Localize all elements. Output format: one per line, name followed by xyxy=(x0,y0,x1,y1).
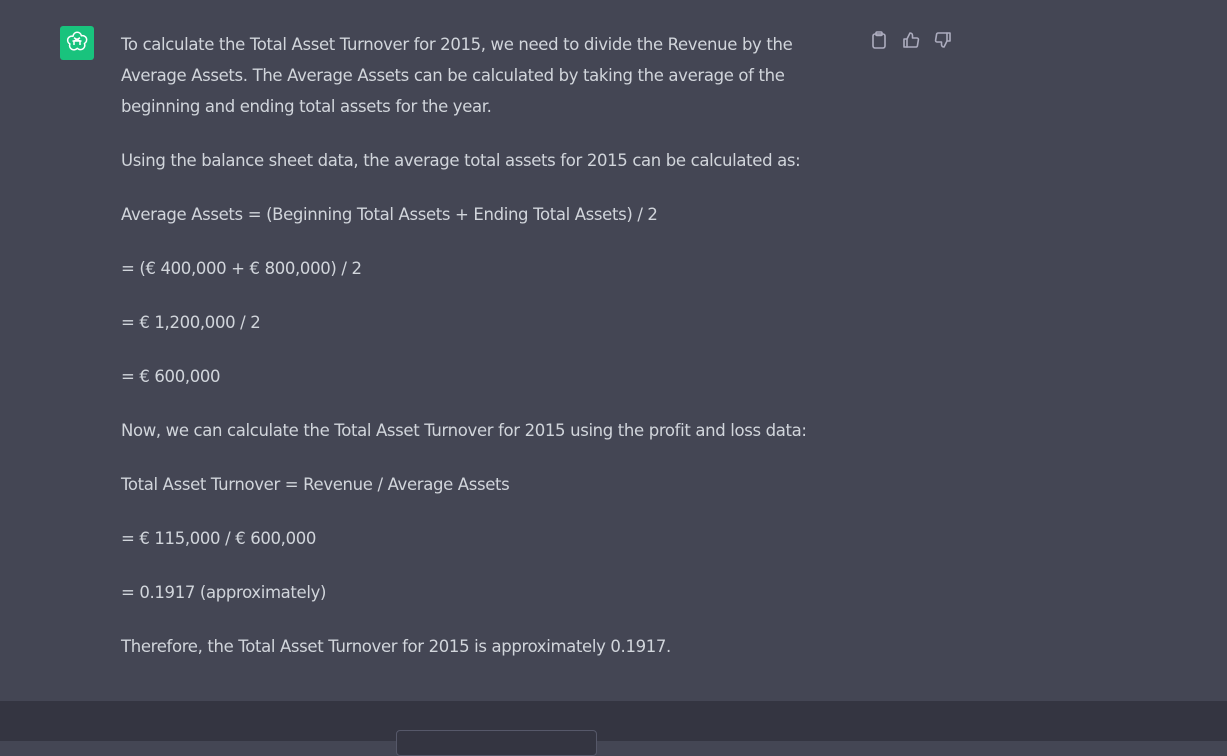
thumbs-down-icon xyxy=(934,31,952,49)
message-paragraph: = (€ 400,000 + € 800,000) / 2 xyxy=(121,259,362,278)
regenerate-response-button[interactable] xyxy=(396,730,597,756)
message-paragraph: To calculate the Total Asset Turnover fo… xyxy=(121,35,793,116)
message-paragraph: Therefore, the Total Asset Turnover for … xyxy=(121,637,671,656)
assistant-message-row: To calculate the Total Asset Turnover fo… xyxy=(0,0,1227,701)
message-paragraph: = € 1,200,000 / 2 xyxy=(121,313,261,332)
message-paragraph: Using the balance sheet data, the averag… xyxy=(121,151,801,170)
assistant-avatar xyxy=(60,26,94,60)
openai-logo-icon xyxy=(65,29,89,57)
message-paragraph: Average Assets = (Beginning Total Assets… xyxy=(121,205,658,224)
message-paragraph: Now, we can calculate the Total Asset Tu… xyxy=(121,421,807,440)
clipboard-icon xyxy=(871,31,887,49)
message-paragraph: Total Asset Turnover = Revenue / Average… xyxy=(121,475,510,494)
message-paragraph: = € 115,000 / € 600,000 xyxy=(121,529,317,548)
thumbs-up-icon xyxy=(902,31,920,49)
assistant-message-text: To calculate the Total Asset Turnover fo… xyxy=(121,29,861,685)
thumbs-up-button[interactable] xyxy=(901,30,921,50)
thumbs-down-button[interactable] xyxy=(933,30,953,50)
message-actions xyxy=(869,30,953,50)
copy-button[interactable] xyxy=(869,30,889,50)
message-paragraph: = 0.1917 (approximately) xyxy=(121,583,327,602)
message-paragraph: = € 600,000 xyxy=(121,367,221,386)
composer-area xyxy=(0,701,1227,756)
